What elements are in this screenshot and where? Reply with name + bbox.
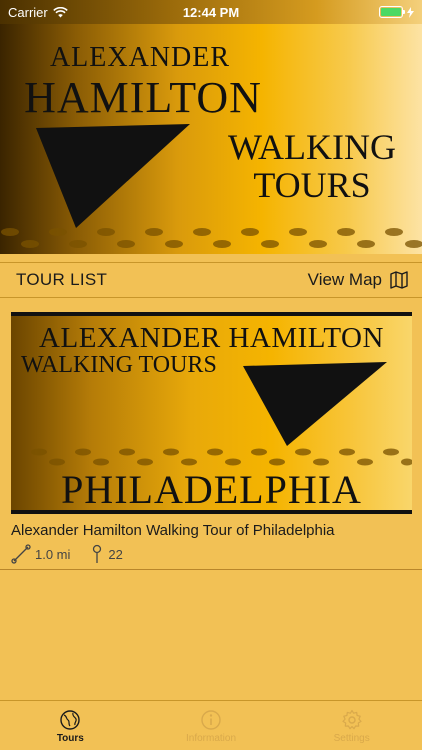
hero-title-alexander: ALEXANDER xyxy=(49,42,231,73)
tour-thumbnail-subtitle: WALKING TOURS xyxy=(21,352,217,378)
footprints-decoration xyxy=(1,228,422,248)
pin-icon xyxy=(93,544,102,563)
hero-title-walking: WALKING xyxy=(228,127,396,167)
tab-settings[interactable]: Settings xyxy=(281,701,422,750)
hero-title-tours: TOURS xyxy=(253,165,371,205)
tour-distance: 1.0 mi xyxy=(11,544,70,564)
tour-thumbnail: ALEXANDER HAMILTON WALKING TOURS PHILADE… xyxy=(11,312,412,514)
tour-stops-value: 22 xyxy=(108,546,123,562)
status-bar: Carrier 12:44 PM xyxy=(0,0,422,24)
tour-distance-value: 1.0 mi xyxy=(35,546,71,562)
hero-banner: ALEXANDER HAMILTON WALKING TOURS xyxy=(0,0,422,254)
tricorn-hat-logo xyxy=(243,362,387,446)
tab-tours[interactable]: Tours xyxy=(0,701,141,750)
gear-icon xyxy=(342,709,362,730)
distance-icon xyxy=(11,544,31,564)
view-map-button[interactable]: View Map xyxy=(308,270,408,290)
tour-list-title: TOUR LIST xyxy=(16,270,108,289)
tab-information-label: Information xyxy=(185,733,237,744)
globe-icon xyxy=(60,710,81,730)
footprints-decoration xyxy=(31,448,412,466)
tab-information[interactable]: Information xyxy=(141,701,282,750)
tricorn-hat-logo xyxy=(36,124,190,228)
charging-bolt-icon xyxy=(407,6,414,18)
tab-bar: Tours Information Settings xyxy=(0,700,422,750)
tour-stats: 1.0 mi 22 xyxy=(11,544,143,564)
map-icon xyxy=(390,271,408,289)
tour-stops: 22 xyxy=(90,544,123,564)
carrier-label: Carrier xyxy=(8,4,48,20)
status-time: 12:44 PM xyxy=(182,4,240,20)
tour-list-header: TOUR LIST View Map xyxy=(0,262,422,298)
view-map-label: View Map xyxy=(307,270,382,289)
tour-list-item[interactable]: ALEXANDER HAMILTON WALKING TOURS PHILADE… xyxy=(0,306,422,570)
tab-tours-label: Tours xyxy=(56,733,84,744)
hero-title-hamilton: HAMILTON xyxy=(24,73,262,122)
battery-icon xyxy=(379,6,405,18)
tab-settings-label: Settings xyxy=(333,733,370,744)
tour-thumbnail-city: PHILADELPHIA xyxy=(61,467,362,512)
info-icon xyxy=(201,710,221,730)
tour-thumbnail-title: ALEXANDER HAMILTON xyxy=(39,322,384,354)
tour-name: Alexander Hamilton Walking Tour of Phila… xyxy=(11,522,335,539)
wifi-icon xyxy=(52,6,68,17)
